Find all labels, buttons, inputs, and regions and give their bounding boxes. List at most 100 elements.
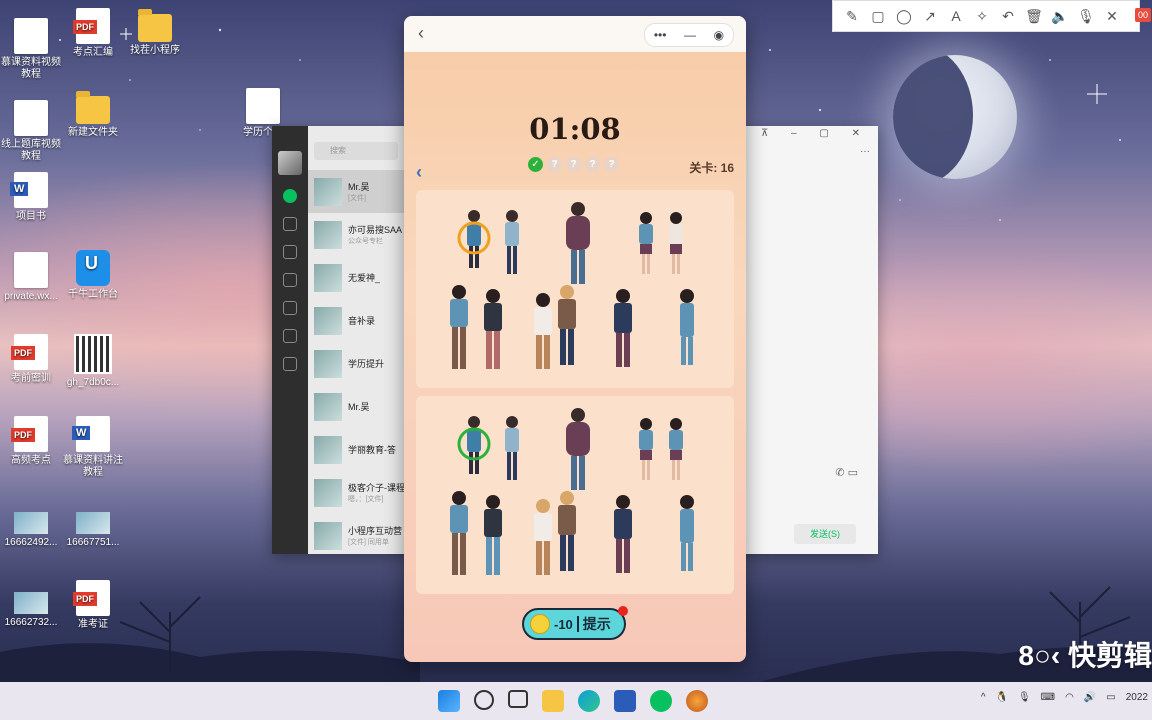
pdf-icon [11, 416, 48, 452]
chat-list-item[interactable]: 极客介子-课程 嗯，：[文件] [308, 471, 404, 514]
clock[interactable]: 2022 [1126, 692, 1148, 703]
chat-name: 小程序互动营 [348, 526, 403, 536]
back-icon[interactable]: ‹ [418, 23, 424, 44]
chat-list-item[interactable]: 学历提升 [308, 342, 404, 385]
miniprogram-game-icon[interactable] [686, 690, 708, 712]
contacts-icon[interactable] [283, 217, 297, 231]
chat-preview: 公众号专栏 [348, 238, 383, 245]
search-icon[interactable] [474, 690, 494, 710]
people-illustration [450, 202, 694, 369]
rectangle-icon[interactable]: ▢ [867, 8, 889, 25]
chat-name: Mr.吴 [348, 182, 370, 192]
favorites-icon[interactable] [283, 245, 297, 259]
people-illustration [450, 408, 694, 575]
ellipse-icon[interactable]: ◯ [893, 8, 915, 25]
chat-list-item[interactable]: Mr.吴 [308, 385, 404, 428]
countdown-timer: 01:08 [529, 112, 621, 146]
chevron-up-icon[interactable]: ^ [981, 692, 986, 703]
avatar[interactable] [278, 151, 302, 175]
text-tool-icon[interactable]: A [945, 8, 967, 24]
chat-list-item[interactable]: Mr.吴 [文件] [308, 170, 404, 213]
avatar [314, 392, 342, 421]
input-method-icon[interactable]: ⌨ [1041, 692, 1055, 703]
desktop-icon-label: 16667751... [66, 537, 120, 548]
more-icon[interactable]: ••• [654, 28, 667, 42]
desktop-icon[interactable]: 16662492... [0, 500, 62, 549]
window-controls[interactable]: ⊼ – ▢ ✕ [761, 128, 870, 139]
desktop-icon[interactable]: private.wx... [0, 252, 62, 303]
hint-button[interactable]: -10 提示 [522, 606, 628, 640]
desktop-icon[interactable]: 千牛工作台 [62, 250, 124, 301]
desktop-icon[interactable]: 找茬小程序 [124, 8, 186, 57]
edge-browser-icon[interactable] [578, 690, 600, 712]
desktop-icon[interactable]: gh_7db0c... [62, 334, 124, 389]
image-file-icon [14, 512, 48, 534]
system-tray: ^ 🐧 🎙 ⌨ ◠ 🔊 ▭ 2022 [981, 692, 1148, 703]
desktop-icon[interactable]: 考前密训 [0, 334, 62, 385]
close-icon[interactable]: ✕ [1101, 8, 1123, 25]
qq-icon[interactable]: 🐧 [996, 692, 1008, 703]
arrow-icon[interactable]: ↗ [919, 8, 941, 25]
moon [893, 55, 1017, 179]
battery-icon[interactable]: ▭ [1106, 692, 1115, 703]
desktop-icon[interactable]: 准考证 [62, 580, 124, 631]
desktop-icon[interactable]: 线上题库视频教程 [0, 100, 62, 163]
volume-icon[interactable]: 🔊 [1084, 692, 1096, 703]
chat-list-item[interactable]: 小程序互动营 [文件] 同用单 [308, 514, 404, 554]
chat-list-item[interactable]: 音补录 [308, 299, 404, 342]
chat-list-item[interactable]: 无爱神_ [308, 256, 404, 299]
wechat-icon[interactable] [650, 690, 672, 712]
bottom-picture-panel[interactable] [416, 396, 734, 594]
windows-start-icon[interactable] [438, 690, 460, 712]
send-button[interactable]: 发送(S) [794, 524, 856, 544]
wifi-icon[interactable]: ◠ [1065, 692, 1074, 703]
desktop-icon[interactable]: 16667751... [62, 500, 124, 549]
file-explorer-icon[interactable] [542, 690, 564, 712]
desktop-icon[interactable]: 项目书 [0, 172, 62, 223]
record-badge-icon[interactable]: 00 [1134, 8, 1151, 22]
miniprogram-icon[interactable] [283, 329, 297, 343]
people-figures [450, 202, 694, 369]
chat-tab-icon[interactable] [283, 189, 297, 203]
avatar [314, 263, 342, 292]
microphone-icon[interactable]: 🎙 [1075, 8, 1097, 25]
desktop-icon[interactable]: 新建文件夹 [62, 90, 124, 139]
search-input[interactable]: 搜索 [314, 142, 398, 160]
call-icon[interactable]: ✆ ▭ [835, 466, 858, 479]
moments-icon[interactable] [283, 301, 297, 315]
minimize-icon[interactable]: — [684, 28, 696, 42]
desktop-icon-label: 考前密训 [11, 373, 51, 384]
close-circle-icon[interactable]: ◉ [714, 28, 724, 42]
desktop-icon[interactable]: 高频考点 [0, 416, 62, 467]
chat-name: 亦可易搜SAA [348, 225, 403, 235]
image-file-icon [14, 592, 48, 614]
word-icon [72, 416, 110, 452]
chat-list-item[interactable]: 学丽教育-答 [308, 428, 404, 471]
watermark-text: 快剪辑 [1067, 640, 1152, 671]
avatar [314, 349, 342, 378]
image-file-icon [76, 512, 110, 534]
more-icon[interactable]: ··· [860, 146, 870, 157]
document-icon [14, 18, 48, 54]
word-icon[interactable] [614, 690, 636, 712]
folder-icon[interactable] [283, 273, 297, 287]
desktop-icon[interactable]: 16662732... [0, 580, 62, 629]
top-picture-panel[interactable] [416, 190, 734, 388]
speaker-icon[interactable]: 🔈 [1049, 8, 1071, 25]
document-icon [14, 100, 48, 136]
level-back-icon[interactable]: ‹ [416, 162, 422, 183]
folder-icon [138, 9, 172, 42]
trash-icon[interactable]: 🗑 [1023, 8, 1045, 25]
pencil-icon[interactable]: ✎ [841, 8, 863, 25]
magic-wand-icon[interactable]: ✧ [971, 8, 993, 25]
chat-list-item[interactable]: 亦可易搜SAA 公众号专栏 [308, 213, 404, 256]
desktop-icon[interactable]: 考点汇编 [62, 8, 124, 59]
desktop-icon[interactable]: 慕课资料讲注教程 [62, 416, 124, 479]
document-icon [14, 252, 48, 288]
coin-icon [530, 614, 550, 634]
desktop-icon[interactable]: 慕课资料视频教程 [0, 18, 62, 81]
task-view-icon[interactable] [508, 690, 528, 708]
undo-icon[interactable]: ↶ [997, 8, 1019, 25]
microphone-icon[interactable]: 🎙 [1018, 692, 1031, 703]
settings-icon[interactable] [283, 357, 297, 371]
